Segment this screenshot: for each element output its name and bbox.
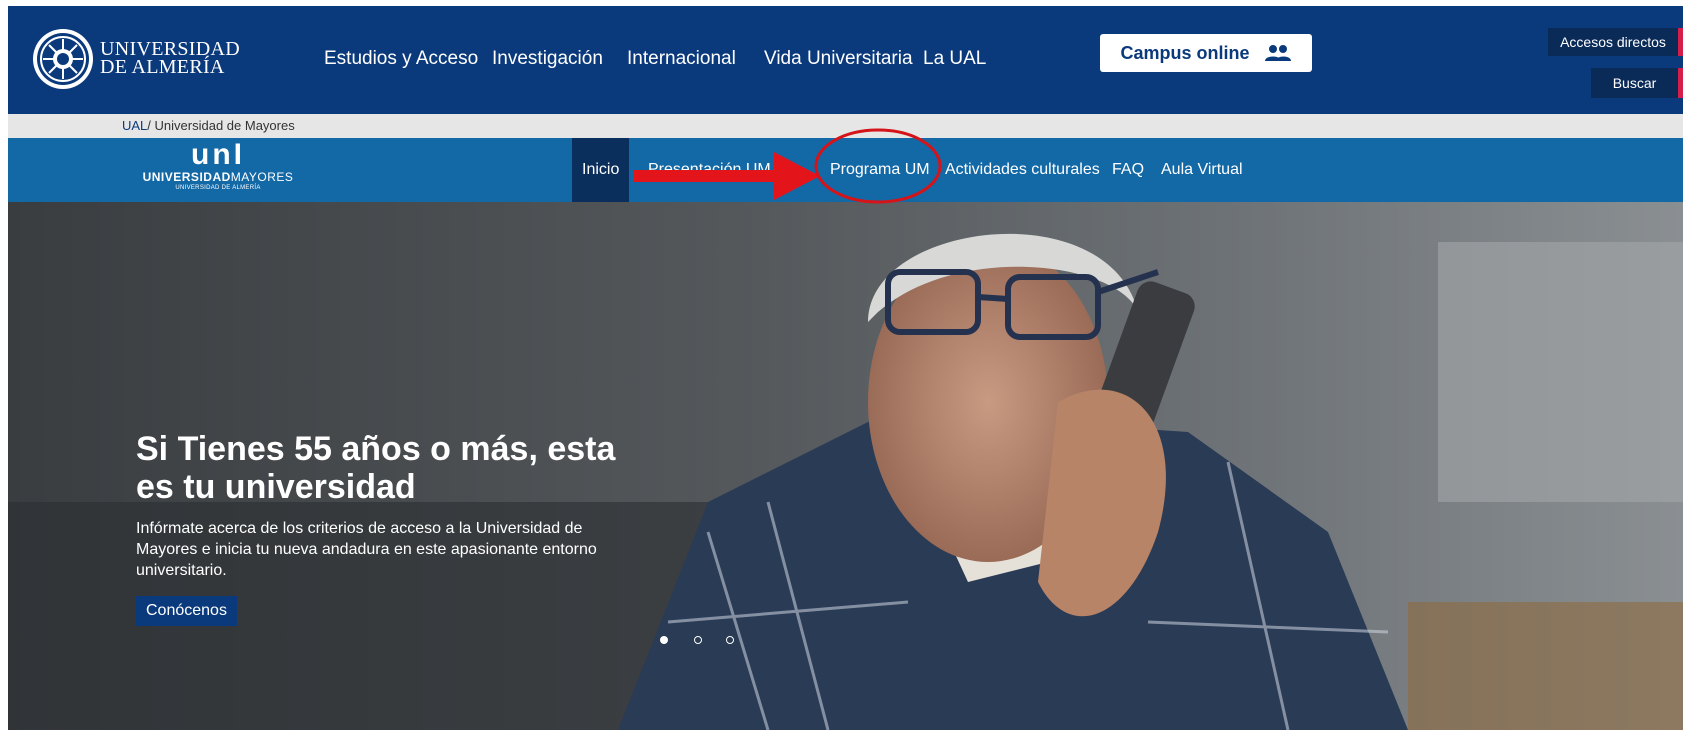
subnav-aula-virtual[interactable]: Aula Virtual (1161, 138, 1243, 202)
logo-name-bold: UNIVERSIDAD (142, 170, 231, 184)
breadcrumb-root-link[interactable]: UAL (122, 118, 147, 133)
accesos-directos-button[interactable]: Accesos directos (1548, 28, 1678, 56)
nav-estudios-acceso[interactable]: Estudios y Acceso (324, 48, 478, 70)
carousel-dot-2[interactable] (694, 636, 702, 644)
subnav-faq[interactable]: FAQ (1112, 138, 1144, 202)
hero-title: Si Tienes 55 años o más, esta es tu univ… (136, 430, 616, 506)
conocenos-button[interactable]: Conócenos (136, 596, 237, 626)
section-navigation: unI UNIVERSIDADMAYORES UNIVERSIDAD DE AL… (8, 138, 1683, 202)
search-button[interactable]: Buscar (1591, 68, 1678, 98)
top-header: UNIVERSIDAD DE ALMERÍA Estudios y Acceso… (8, 6, 1683, 114)
breadcrumb-current: Universidad de Mayores (154, 118, 295, 133)
nav-la-ual[interactable]: La UAL (923, 48, 986, 70)
nav-internacional[interactable]: Internacional (627, 48, 736, 70)
menu-icon[interactable] (1678, 28, 1683, 56)
nav-vida-universitaria[interactable]: Vida Universitaria (764, 48, 913, 70)
logo-line-2: DE ALMERÍA (100, 56, 225, 78)
breadcrumb-separator: / (147, 118, 155, 133)
search-icon[interactable] (1678, 68, 1683, 98)
subnav-inicio[interactable]: Inicio (572, 138, 630, 202)
subnav-presentacion-um[interactable]: Presentación UM (648, 138, 771, 202)
university-seal-icon[interactable] (32, 28, 94, 90)
subnav-programa-um[interactable]: Programa UM (830, 138, 930, 202)
hero-carousel: Si Tienes 55 años o más, esta es tu univ… (8, 202, 1683, 730)
campus-online-label: Campus online (1120, 42, 1250, 63)
carousel-dot-3[interactable] (726, 636, 734, 644)
users-icon (1264, 45, 1291, 61)
breadcrumb-trail: UAL/ Universidad de Mayores (122, 114, 295, 138)
hero-description: Infórmate acerca de los criterios de acc… (136, 520, 597, 579)
logo-uni-mark: unI (191, 138, 245, 171)
subnav-actividades-culturales[interactable]: Actividades culturales (945, 138, 1100, 202)
logo-subtitle: UNIVERSIDAD DE ALMERÍA (175, 185, 261, 191)
campus-online-button[interactable]: Campus online (1100, 34, 1312, 72)
carousel-dot-1[interactable] (660, 636, 668, 644)
universidad-mayores-logo[interactable]: unI UNIVERSIDADMAYORES UNIVERSIDAD DE AL… (138, 140, 298, 200)
breadcrumb: UAL/ Universidad de Mayores (8, 114, 1683, 138)
browser-page: UNIVERSIDAD DE ALMERÍA Estudios y Acceso… (8, 6, 1683, 730)
university-logo-text[interactable]: UNIVERSIDAD DE ALMERÍA (100, 39, 240, 78)
nav-investigacion[interactable]: Investigación (492, 48, 603, 70)
logo-name: UNIVERSIDADMAYORES (138, 170, 298, 184)
logo-name-light: MAYORES (230, 170, 294, 184)
